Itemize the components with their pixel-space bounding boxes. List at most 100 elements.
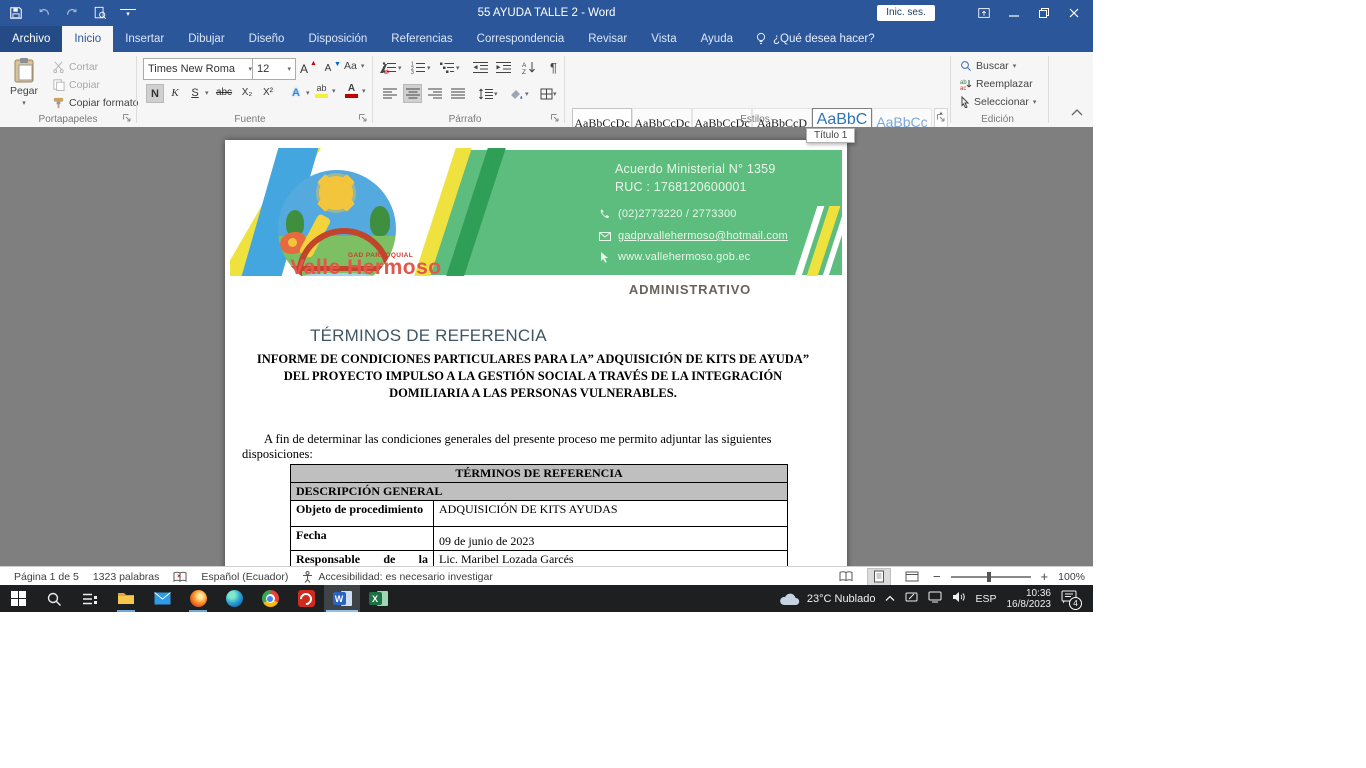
text-effects-button[interactable]: A▾	[288, 84, 310, 101]
acrobat-button[interactable]	[288, 585, 324, 612]
tab-referencias[interactable]: Referencias	[379, 26, 464, 52]
italic-button[interactable]: K	[167, 84, 183, 101]
page-indicator[interactable]: Página 1 de 5	[14, 571, 79, 583]
decrease-indent-icon[interactable]	[472, 59, 489, 76]
pilcrow-icon[interactable]: ¶	[545, 59, 562, 76]
keyboard-language[interactable]: ESP	[975, 593, 996, 605]
firefox-button[interactable]	[180, 585, 216, 612]
underline-button[interactable]: S▾	[187, 84, 209, 101]
zoom-in-icon[interactable]: +	[1041, 569, 1049, 584]
accessibility-status[interactable]: Accesibilidad: es necesario investigar	[302, 571, 493, 583]
tab-dibujar[interactable]: Dibujar	[176, 26, 236, 52]
find-button[interactable]: Buscar▾	[960, 60, 1016, 72]
paste-button[interactable]: Pegar ▾	[6, 57, 42, 107]
email-text[interactable]: gadprvallehermoso@hotmail.com	[618, 230, 788, 242]
task-view-button[interactable]	[72, 585, 108, 612]
informe-paragraph[interactable]: INFORME DE CONDICIONES PARTICULARES PARA…	[243, 351, 823, 402]
superscript-button[interactable]: X²	[260, 84, 276, 101]
phone-icon	[598, 209, 611, 220]
excel-button[interactable]: X	[360, 585, 396, 612]
sort-icon[interactable]: AZ	[521, 59, 538, 76]
copy-button[interactable]: Copiar	[52, 78, 100, 91]
align-left-icon[interactable]	[381, 85, 398, 102]
zoom-level[interactable]: 100%	[1058, 571, 1085, 583]
ribbon-display-options-icon[interactable]	[969, 0, 999, 26]
proofing-status-icon[interactable]	[173, 571, 187, 583]
font-color-button[interactable]: A ▾	[345, 84, 366, 98]
paragraph-dialog-launcher-icon[interactable]	[550, 113, 561, 124]
strikethrough-button[interactable]: abc	[213, 84, 235, 101]
tab-archivo[interactable]: Archivo	[0, 26, 62, 52]
document-heading[interactable]: TÉRMINOS DE REFERENCIA	[310, 326, 547, 346]
styles-dialog-launcher-icon[interactable]	[936, 113, 947, 124]
format-painter-button[interactable]: Copiar formato	[52, 96, 138, 109]
weather-text: 23°C Nublado	[807, 593, 876, 605]
network-icon[interactable]	[928, 591, 942, 606]
restore-button[interactable]	[1029, 0, 1059, 26]
tab-correspondencia[interactable]: Correspondencia	[465, 26, 577, 52]
cursor-icon	[960, 96, 970, 108]
bullets-icon[interactable]	[381, 59, 398, 76]
tab-ayuda[interactable]: Ayuda	[689, 26, 745, 52]
zoom-slider-thumb[interactable]	[987, 572, 991, 582]
tab-inicio[interactable]: Inicio	[62, 26, 113, 52]
minimize-button[interactable]	[999, 0, 1029, 26]
subscript-button[interactable]: X₂	[239, 84, 255, 101]
tab-disposicion[interactable]: Disposición	[296, 26, 379, 52]
font-name-select[interactable]: Times New Roma ▾	[143, 58, 257, 80]
font-size-select[interactable]: 12 ▾	[252, 58, 296, 80]
replace-button[interactable]: abac Reemplazar	[960, 78, 1033, 90]
zoom-slider[interactable]	[951, 576, 1031, 578]
file-explorer-button[interactable]	[108, 585, 144, 612]
multilevel-list-icon[interactable]	[439, 59, 456, 76]
web-text[interactable]: www.vallehermoso.gob.ec	[618, 251, 750, 263]
clock[interactable]: 10:36 16/8/2023	[1007, 588, 1052, 610]
action-center-button[interactable]: 4	[1061, 590, 1077, 607]
web-layout-icon[interactable]	[901, 569, 923, 585]
select-button[interactable]: Seleccionar▾	[960, 96, 1036, 108]
tab-insertar[interactable]: Insertar	[113, 26, 176, 52]
tab-vista[interactable]: Vista	[639, 26, 688, 52]
clipboard-dialog-launcher-icon[interactable]	[122, 113, 133, 124]
word-count[interactable]: 1323 palabras	[93, 571, 160, 583]
align-right-icon[interactable]	[426, 85, 443, 102]
tray-expand-icon[interactable]	[885, 593, 895, 605]
word-button[interactable]: W	[324, 585, 360, 612]
highlight-color-button[interactable]: ab ▾	[315, 84, 336, 98]
reference-table[interactable]: TÉRMINOS DE REFERENCIA DESCRIPCIÓN GENER…	[290, 464, 788, 566]
zoom-out-icon[interactable]: −	[933, 569, 941, 584]
font-dialog-launcher-icon[interactable]	[358, 113, 369, 124]
ribbon: Pegar ▾ Cortar Copiar Copiar formato Por…	[0, 52, 1093, 128]
edge-button[interactable]	[216, 585, 252, 612]
grow-font-button[interactable]: A▲	[296, 60, 317, 77]
volume-icon[interactable]	[952, 591, 965, 606]
change-case-button[interactable]: Aa▾	[344, 60, 364, 72]
language-indicator[interactable]: Español (Ecuador)	[201, 571, 288, 583]
numbering-icon[interactable]: 123	[410, 59, 427, 76]
cut-button[interactable]: Cortar	[52, 60, 98, 73]
weather-widget[interactable]: 23°C Nublado	[779, 592, 876, 606]
collapse-ribbon-icon[interactable]	[1070, 108, 1084, 121]
tell-me-box[interactable]: ¿Qué desea hacer?	[745, 26, 875, 52]
sign-in-button[interactable]: Inic. ses.	[877, 5, 935, 21]
banner-phone: (02)2773220 / 2773300	[598, 208, 737, 220]
close-button[interactable]	[1059, 0, 1089, 26]
tab-revisar[interactable]: Revisar	[576, 26, 639, 52]
document-page[interactable]: GAD PARROQUIAL Valle Hermoso Acuerdo Min…	[225, 140, 847, 566]
shrink-font-button[interactable]: A▼	[320, 60, 341, 77]
line-spacing-icon[interactable]	[477, 85, 494, 102]
bold-button[interactable]: N	[146, 84, 164, 103]
taskbar-search-button[interactable]	[36, 585, 72, 612]
chrome-button[interactable]	[252, 585, 288, 612]
pen-input-icon[interactable]	[905, 591, 918, 606]
mail-button[interactable]	[144, 585, 180, 612]
print-layout-icon[interactable]	[867, 568, 891, 586]
shading-icon[interactable]	[508, 85, 525, 102]
start-button[interactable]	[0, 585, 36, 612]
justify-icon[interactable]	[449, 85, 466, 102]
read-mode-icon[interactable]	[835, 569, 857, 585]
align-center-icon[interactable]	[403, 84, 422, 103]
increase-indent-icon[interactable]	[495, 59, 512, 76]
intro-paragraph[interactable]: A fin de determinar las condiciones gene…	[242, 432, 787, 462]
tab-diseno[interactable]: Diseño	[237, 26, 297, 52]
